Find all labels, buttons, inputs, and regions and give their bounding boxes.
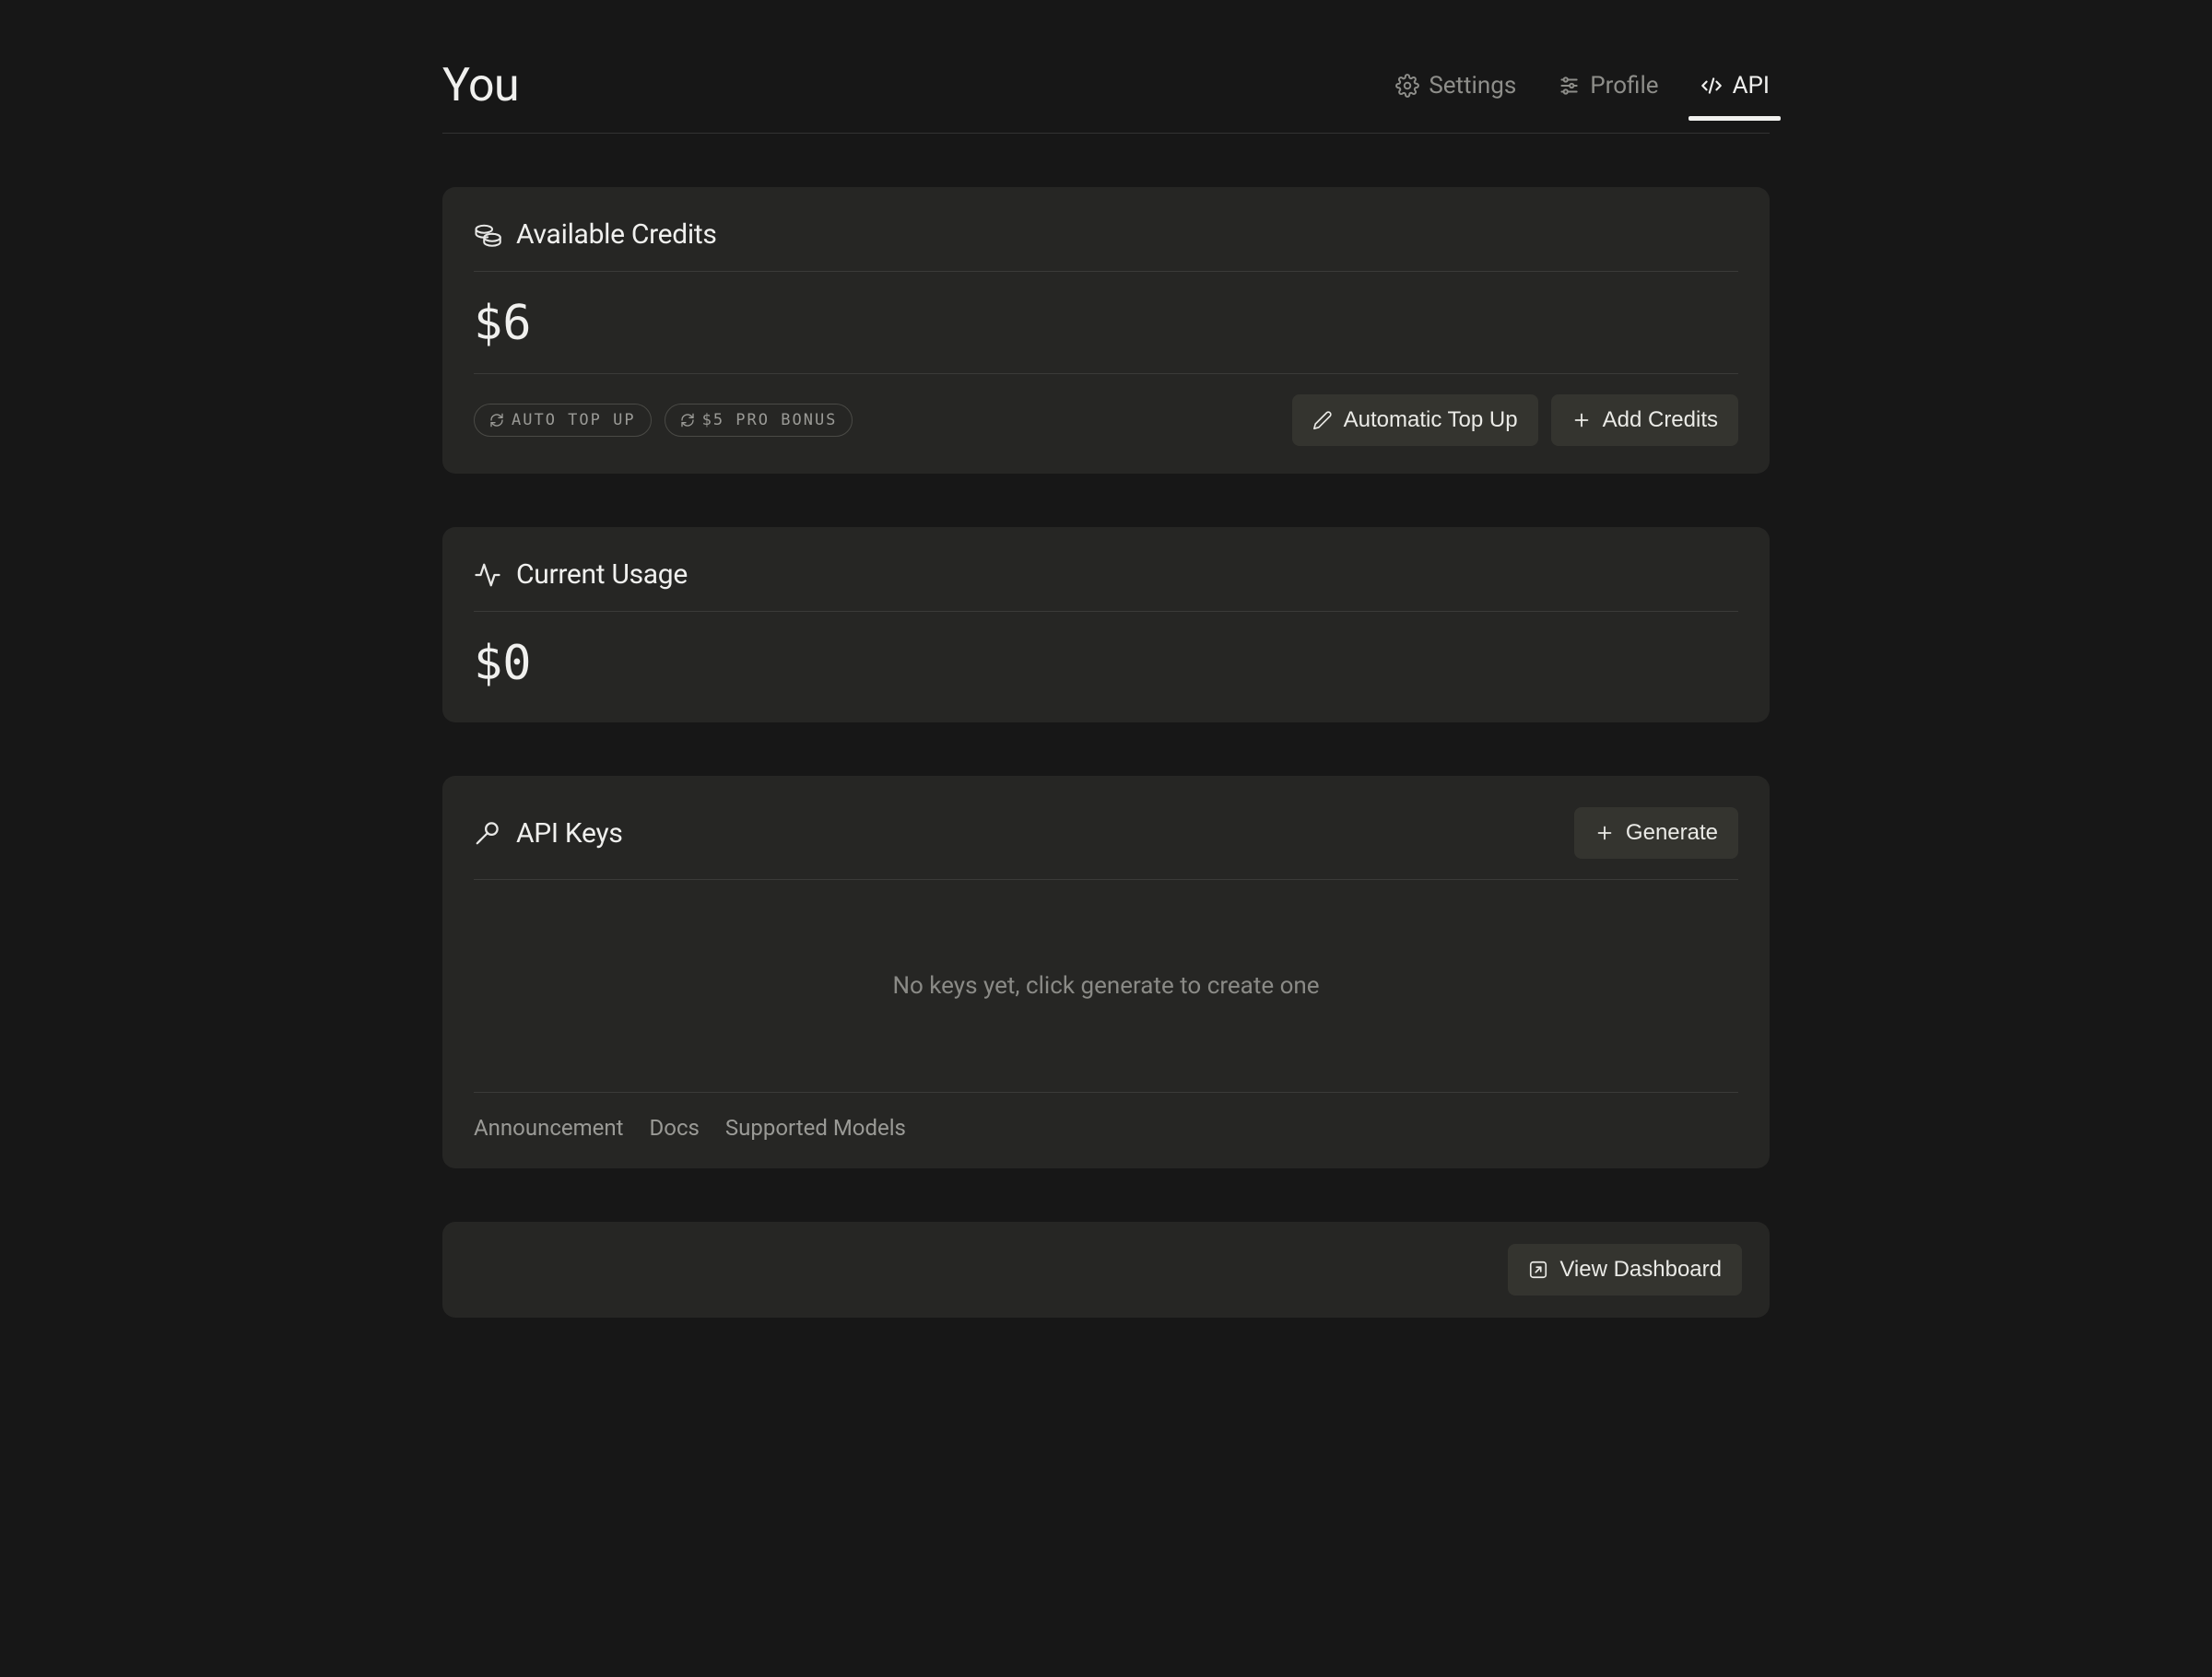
apikeys-title: API Keys bbox=[516, 817, 623, 850]
button-label: Add Credits bbox=[1603, 407, 1718, 433]
apikeys-card: API Keys Generate No keys yet, click gen… bbox=[442, 776, 1770, 1168]
activity-icon bbox=[474, 561, 501, 589]
plus-icon bbox=[1594, 823, 1615, 843]
tab-label: Profile bbox=[1590, 72, 1658, 100]
generate-key-button[interactable]: Generate bbox=[1574, 807, 1738, 859]
button-label: View Dashboard bbox=[1559, 1257, 1722, 1283]
dashboard-card: View Dashboard bbox=[442, 1222, 1770, 1318]
link-announcement[interactable]: Announcement bbox=[474, 1115, 624, 1141]
chip-label: AUTO TOP UP bbox=[512, 411, 636, 429]
tab-nav: Settings Profile API bbox=[1395, 72, 1770, 100]
usage-value: $0 bbox=[474, 612, 1738, 695]
tab-settings[interactable]: Settings bbox=[1395, 72, 1516, 120]
button-label: Generate bbox=[1626, 820, 1718, 846]
add-credits-button[interactable]: Add Credits bbox=[1551, 394, 1738, 446]
pencil-icon bbox=[1312, 410, 1333, 430]
credits-card: Available Credits $6 AUTO TOP UP $5 PRO … bbox=[442, 187, 1770, 474]
button-label: Automatic Top Up bbox=[1344, 407, 1518, 433]
link-supported-models[interactable]: Supported Models bbox=[725, 1115, 906, 1141]
refresh-icon bbox=[680, 413, 695, 428]
code-icon bbox=[1700, 74, 1724, 98]
chip-label: $5 PRO BONUS bbox=[702, 411, 838, 429]
tab-api[interactable]: API bbox=[1700, 72, 1770, 120]
coins-icon bbox=[474, 221, 501, 249]
sliders-icon bbox=[1557, 74, 1581, 98]
page-header: You Settings Profile API bbox=[442, 37, 1770, 134]
automatic-topup-button[interactable]: Automatic Top Up bbox=[1292, 394, 1538, 446]
credits-title: Available Credits bbox=[516, 218, 717, 251]
page-title: You bbox=[442, 59, 519, 112]
tab-profile[interactable]: Profile bbox=[1557, 72, 1658, 120]
plus-icon bbox=[1571, 410, 1592, 430]
usage-title: Current Usage bbox=[516, 558, 688, 591]
refresh-icon bbox=[489, 413, 504, 428]
tab-label: API bbox=[1733, 72, 1770, 100]
tab-label: Settings bbox=[1429, 72, 1516, 100]
chip-pro-bonus: $5 PRO BONUS bbox=[665, 404, 853, 437]
view-dashboard-button[interactable]: View Dashboard bbox=[1508, 1244, 1742, 1296]
gear-icon bbox=[1395, 74, 1419, 98]
external-link-icon bbox=[1528, 1260, 1548, 1280]
usage-card: Current Usage $0 bbox=[442, 527, 1770, 722]
credits-value: $6 bbox=[474, 272, 1738, 373]
apikeys-empty-text: No keys yet, click generate to create on… bbox=[474, 880, 1738, 1092]
link-docs[interactable]: Docs bbox=[650, 1115, 700, 1141]
chip-auto-topup: AUTO TOP UP bbox=[474, 404, 652, 437]
key-icon bbox=[474, 819, 501, 847]
